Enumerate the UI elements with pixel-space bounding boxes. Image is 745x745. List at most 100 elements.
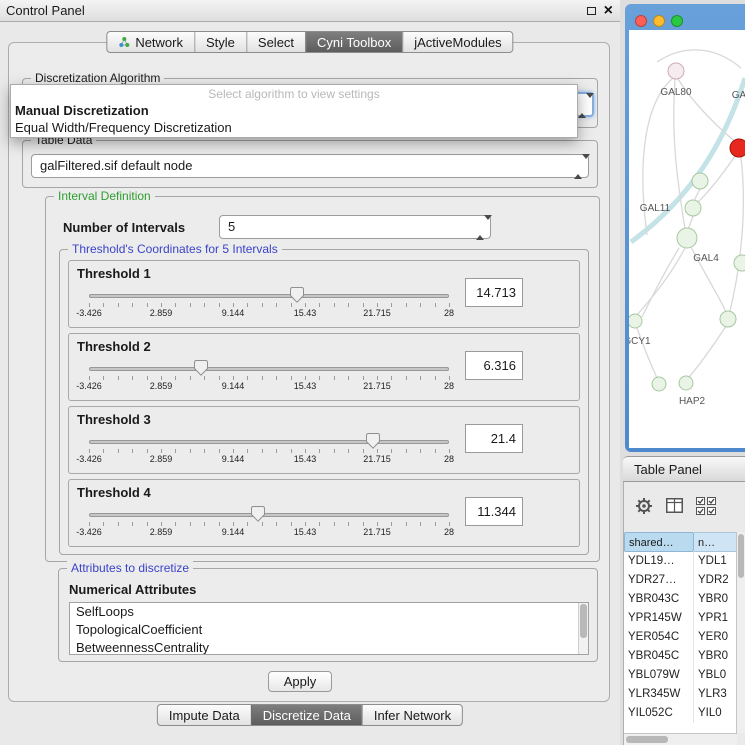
table-row[interactable]: YDL19…YDL1	[624, 552, 737, 571]
scale-label: 9.144	[222, 454, 245, 464]
slider-thumb[interactable]	[251, 506, 265, 522]
zoom-traffic-light[interactable]	[671, 15, 683, 27]
threshold-label: Threshold 2	[77, 339, 151, 354]
column-header[interactable]: n…	[694, 532, 737, 552]
table-row[interactable]: YBR043CYBR0	[624, 590, 737, 609]
network-edge	[730, 157, 743, 311]
number-of-intervals-combo[interactable]: 5	[219, 215, 491, 239]
slider-scale-labels: -3.4262.8599.14415.4321.71528	[89, 527, 449, 537]
tab-network[interactable]: Network	[107, 32, 194, 52]
table-cell: YLR345W	[624, 685, 694, 704]
slider-track[interactable]	[89, 513, 449, 517]
combo-stepper[interactable]	[476, 220, 485, 236]
slider-thumb[interactable]	[194, 360, 208, 376]
network-node[interactable]	[692, 173, 708, 189]
algorithm-option[interactable]: Manual Discretization	[11, 102, 577, 119]
tab-label: Select	[258, 35, 294, 50]
table-row[interactable]: YBR045CYBR0	[624, 647, 737, 666]
apply-button[interactable]: Apply	[268, 671, 332, 692]
settings-gear-icon[interactable]	[634, 496, 654, 519]
threshold-value[interactable]: 14.713	[465, 278, 523, 307]
tab-cyni-toolbox[interactable]: Cyni Toolbox	[305, 32, 402, 52]
threshold-value[interactable]: 21.4	[465, 424, 523, 453]
tab-discretize-data[interactable]: Discretize Data	[251, 705, 362, 725]
combo-stepper[interactable]	[578, 98, 587, 114]
network-node[interactable]	[629, 314, 642, 328]
table-row[interactable]: YPR145WYPR1	[624, 609, 737, 628]
column-header[interactable]: shared…	[624, 532, 694, 552]
table-vertical-scrollbar[interactable]	[736, 532, 745, 733]
scale-label: 21.715	[363, 527, 391, 537]
threshold-slider[interactable]: -3.4262.8599.14415.4321.71528	[89, 286, 449, 320]
title-bar: Control Panel ×	[0, 0, 620, 22]
slider-track[interactable]	[89, 367, 449, 371]
table-row[interactable]: YBL079WYBL0	[624, 666, 737, 685]
scrollbar-thumb[interactable]	[580, 604, 587, 638]
network-window: GAL80GAGAL11GAL4GCY1HAP2	[625, 4, 745, 452]
table-row[interactable]: YLR345WYLR3	[624, 685, 737, 704]
threshold-slider[interactable]: -3.4262.8599.14415.4321.71528	[89, 505, 449, 539]
scale-label: 28	[444, 527, 454, 537]
select-attributes-checkboxes-icon[interactable]	[696, 497, 717, 518]
control-panel-window: Control Panel × Network Style Select Cyni T…	[0, 0, 620, 745]
network-node[interactable]	[685, 200, 701, 216]
table-columns-icon[interactable]	[666, 498, 683, 516]
tab-style[interactable]: Style	[194, 32, 246, 52]
slider-thumb[interactable]	[290, 287, 304, 303]
tab-select[interactable]: Select	[246, 32, 305, 52]
tab-label: Network	[135, 35, 183, 50]
table-cell: YLR3	[694, 685, 737, 704]
network-node[interactable]	[652, 377, 666, 391]
table-row[interactable]: YER054CYER0	[624, 628, 737, 647]
tab-jactivemodules[interactable]: jActiveModules	[402, 32, 512, 52]
table-cell: YER054C	[624, 628, 694, 647]
scrollbar-thumb[interactable]	[626, 736, 668, 743]
network-node[interactable]	[730, 139, 745, 157]
close-traffic-light[interactable]	[635, 15, 647, 27]
network-node[interactable]	[734, 255, 745, 271]
slider-track[interactable]	[89, 440, 449, 444]
table-panel: shared…n… YDL19…YDL1YDR27…YDR2YBR043CYBR…	[623, 482, 745, 745]
table-panel-header: Table Panel	[623, 456, 745, 482]
table-row[interactable]: YDR27…YDR2	[624, 571, 737, 590]
table-cell: YBL079W	[624, 666, 694, 685]
network-node[interactable]	[677, 228, 697, 248]
threshold-slider[interactable]: -3.4262.8599.14415.4321.71528	[89, 359, 449, 393]
threshold-value[interactable]: 6.316	[465, 351, 523, 380]
list-item[interactable]: SelfLoops	[70, 603, 588, 621]
list-item[interactable]: TopologicalCoefficient	[70, 621, 588, 639]
scale-label: 15.43	[294, 527, 317, 537]
table-horizontal-scrollbar[interactable]	[624, 733, 737, 745]
tab-impute-data[interactable]: Impute Data	[158, 705, 251, 725]
threshold-slider[interactable]: -3.4262.8599.14415.4321.71528	[89, 432, 449, 466]
network-node[interactable]	[679, 376, 693, 390]
tab-infer-network[interactable]: Infer Network	[362, 705, 462, 725]
scrollbar[interactable]	[578, 603, 588, 654]
scrollbar-thumb[interactable]	[738, 534, 744, 578]
threshold-value[interactable]: 11.344	[465, 497, 523, 526]
float-window-icon[interactable]	[587, 7, 596, 15]
slider-thumb[interactable]	[366, 433, 380, 449]
combo-value: galFiltered.sif default node	[40, 155, 568, 177]
close-icon[interactable]: ×	[604, 1, 613, 21]
tab-label: Style	[206, 35, 235, 50]
network-node[interactable]	[668, 63, 684, 79]
numerical-attributes-label: Numerical Attributes	[69, 582, 196, 597]
network-icon	[118, 36, 130, 48]
group-title: Threshold's Coordinates for 5 Intervals	[68, 242, 282, 256]
network-edge	[657, 50, 741, 68]
scale-label: 15.43	[294, 308, 317, 318]
threshold-label: Threshold 3	[77, 412, 151, 427]
threshold-box: Threshold 3 -3.4262.8599.14415.4321.7152…	[68, 406, 580, 474]
list-item[interactable]: BetweennessCentrality	[70, 639, 588, 655]
combo-stepper[interactable]	[574, 159, 583, 175]
table-row[interactable]: YIL052CYIL0	[624, 704, 737, 723]
tab-label: jActiveModules	[414, 35, 501, 50]
network-node[interactable]	[720, 311, 736, 327]
thresholds-group: Threshold's Coordinates for 5 Intervals …	[59, 249, 589, 555]
slider-track[interactable]	[89, 294, 449, 298]
table-data-combo[interactable]: galFiltered.sif default node	[31, 154, 589, 178]
minimize-traffic-light[interactable]	[653, 15, 665, 27]
scale-label: -3.426	[76, 527, 102, 537]
algorithm-option[interactable]: Equal Width/Frequency Discretization	[11, 119, 577, 136]
